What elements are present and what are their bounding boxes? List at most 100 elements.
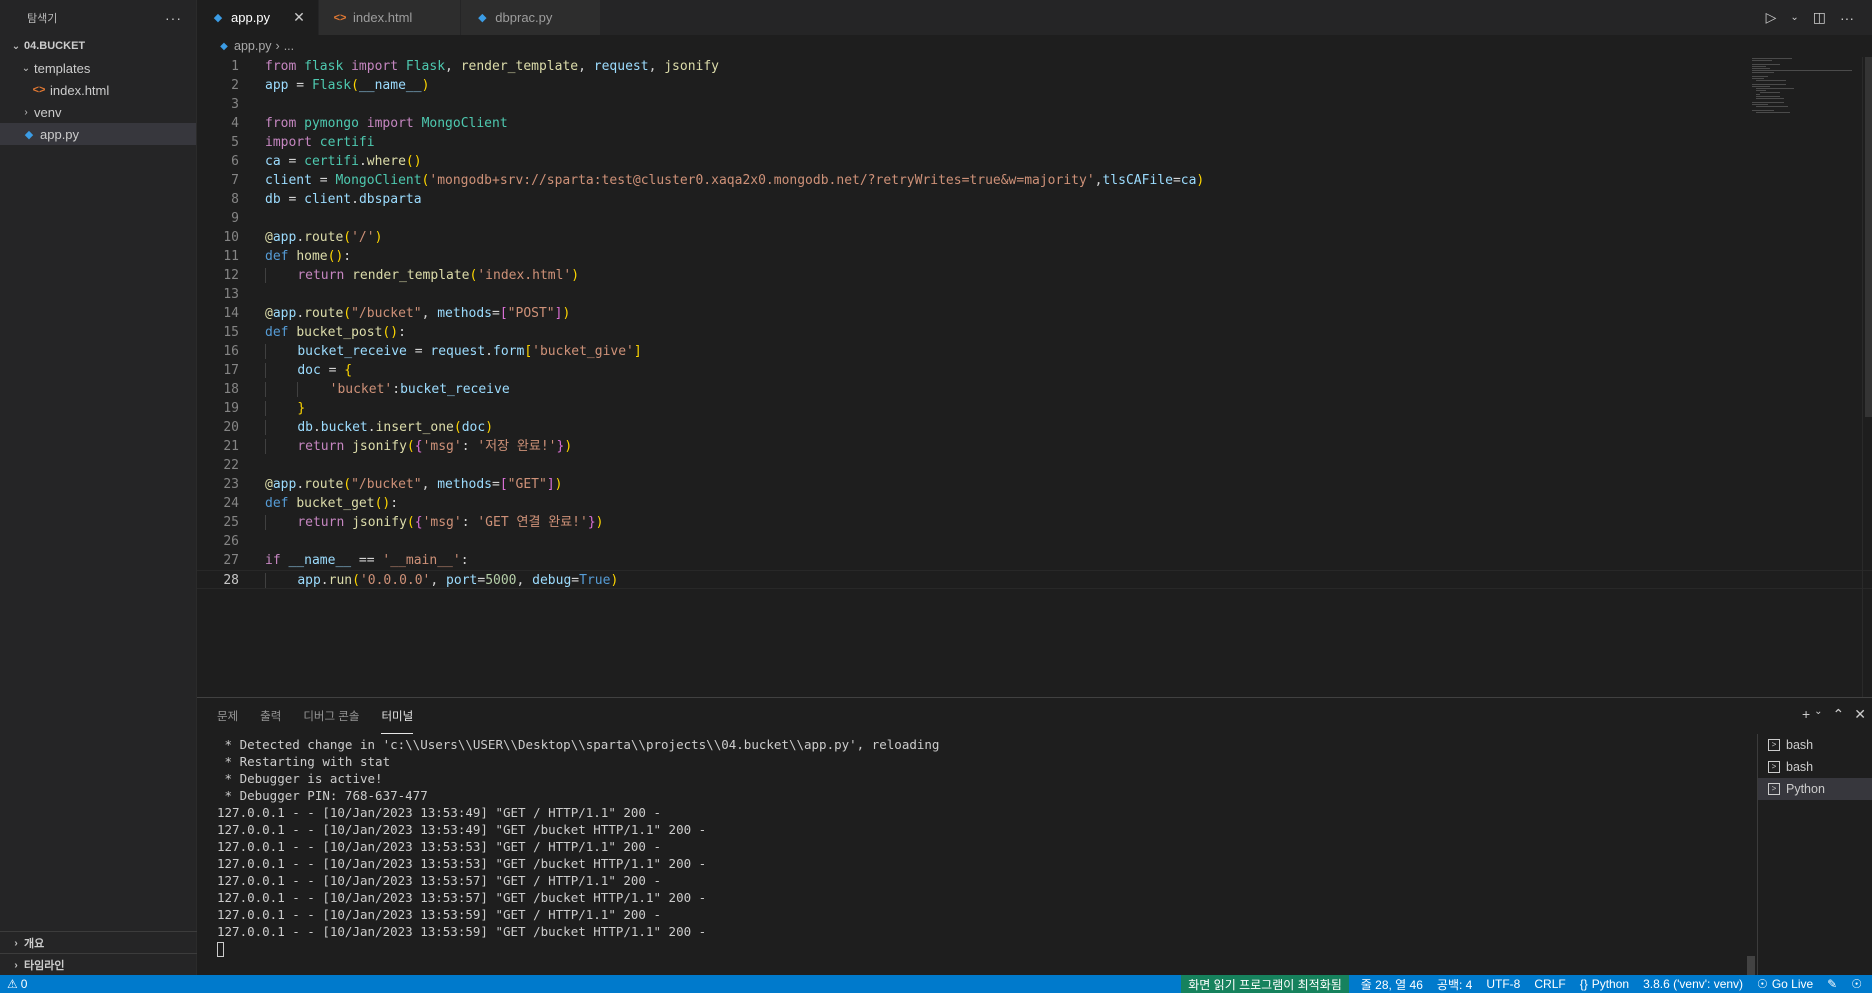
timeline-row: › 타임라인 <box>0 954 197 976</box>
code-text: import certifi <box>265 135 375 150</box>
close-panel-icon[interactable]: ✕ <box>1854 706 1866 723</box>
tab-output[interactable]: 출력 <box>260 698 281 734</box>
code-text: doc = { <box>239 361 352 380</box>
terminal-item-bash[interactable]: > bash <box>1758 756 1872 778</box>
tree-file-index-html[interactable]: <> index.html <box>0 79 196 101</box>
terminal-list: > bash > bash > Python <box>1757 734 1872 976</box>
code-text: def bucket_get(): <box>265 496 399 511</box>
terminal-item-label: Python <box>1786 782 1825 796</box>
language-label: Python <box>1591 977 1630 991</box>
line-number: 13 <box>223 287 239 302</box>
maximize-panel-icon[interactable]: ⌃ <box>1833 706 1845 723</box>
screen-reader-status[interactable]: 화면 읽기 프로그램이 최적화됨 <box>1181 975 1349 993</box>
explorer-header: 탐색기 ··· <box>0 0 196 35</box>
chevron-right-icon: › <box>14 937 18 949</box>
timeline-section[interactable]: › 타임라인 <box>0 953 197 976</box>
html-file-icon: <> <box>32 84 46 96</box>
tree-folder-templates[interactable]: ⌄ templates <box>0 57 196 79</box>
terminal-scrollbar[interactable] <box>1747 956 1755 976</box>
language-mode[interactable]: {} Python <box>1573 975 1636 993</box>
cursor-position[interactable]: 줄 28, 열 46 <box>1349 975 1430 993</box>
tab-app-py[interactable]: ◆ app.py ✕ <box>197 0 320 35</box>
terminal-line: 127.0.0.1 - - [10/Jan/2023 13:53:57] "GE… <box>217 890 707 905</box>
code-line: 27 if __name__ == '__main__': <box>197 551 1872 570</box>
editor-actions: ▷ ⌄ ◫ ··· <box>1766 0 1872 35</box>
line-number: 11 <box>223 249 239 264</box>
code-text: ca = certifi.where() <box>265 154 422 169</box>
line-number: 19 <box>223 401 239 416</box>
code-editor[interactable]: 1 from flask import Flask, render_templat… <box>197 57 1872 697</box>
terminal-item-bash[interactable]: > bash <box>1758 734 1872 756</box>
close-icon[interactable]: ✕ <box>292 9 306 26</box>
code-line: 1 from flask import Flask, render_templat… <box>197 57 1872 76</box>
line-number: 28 <box>223 573 239 588</box>
code-line: 9 <box>197 209 1872 228</box>
status-bar: ⚠ 0 화면 읽기 프로그램이 최적화됨 줄 28, 열 46 공백: 4 UT… <box>0 975 1872 993</box>
code-text: @app.route("/bucket", methods=["GET"]) <box>265 477 563 492</box>
broadcast-icon: ☉ <box>1757 977 1768 991</box>
encoding[interactable]: UTF-8 <box>1479 975 1527 993</box>
indentation[interactable]: 공백: 4 <box>1430 975 1479 993</box>
code-line: 14 @app.route("/bucket", methods=["POST"]… <box>197 304 1872 323</box>
problems-indicator[interactable]: ⚠ 0 <box>0 975 34 993</box>
notifications-icon[interactable]: ☉ <box>1844 975 1872 993</box>
tab-index-html[interactable]: <> index.html <box>319 0 462 35</box>
tree-file-app-py[interactable]: ◆ app.py <box>0 123 196 145</box>
line-number: 6 <box>231 154 239 169</box>
add-terminal-icon[interactable]: + <box>1802 706 1810 723</box>
line-number: 18 <box>223 382 239 397</box>
tab-debug-console[interactable]: 디버그 콘솔 <box>303 698 359 734</box>
terminal-output[interactable]: * Detected change in 'c:\\Users\\USER\\D… <box>217 736 1757 957</box>
terminal-line: 127.0.0.1 - - [10/Jan/2023 13:53:53] "GE… <box>217 839 662 854</box>
code-line: 2 app = Flask(__name__) <box>197 76 1872 95</box>
line-number: 24 <box>223 496 239 511</box>
terminal-icon: > <box>1768 761 1780 773</box>
feedback-icon[interactable]: ✎ <box>1820 975 1844 993</box>
tab-terminal[interactable]: 터미널 <box>381 698 414 734</box>
chevron-down-icon[interactable]: ⌄ <box>1814 706 1822 723</box>
go-live-button[interactable]: ☉ Go Live <box>1750 975 1820 993</box>
split-editor-icon[interactable]: ◫ <box>1813 9 1826 26</box>
terminal-line: 127.0.0.1 - - [10/Jan/2023 13:53:59] "GE… <box>217 924 707 939</box>
run-icon[interactable]: ▷ <box>1766 9 1777 26</box>
terminal-line: * Debugger is active! <box>217 771 383 786</box>
editor-scrollbar[interactable] <box>1865 57 1872 417</box>
code-text: def home(): <box>265 249 352 264</box>
tab-label: app.py <box>231 10 271 25</box>
workspace-section[interactable]: ⌄ 04.BUCKET <box>0 35 196 57</box>
breadcrumb: ◆ app.py › ... <box>197 35 1872 57</box>
breadcrumb-rest[interactable]: ... <box>284 39 294 53</box>
terminal-item-python[interactable]: > Python <box>1758 778 1872 800</box>
code-line: 25 return jsonify({'msg': 'GET 연결 완료!'}) <box>197 513 1872 532</box>
more-actions-icon[interactable]: ··· <box>165 10 182 26</box>
terminal-line: 127.0.0.1 - - [10/Jan/2023 13:53:49] "GE… <box>217 822 707 837</box>
more-actions-icon[interactable]: ··· <box>1840 10 1854 26</box>
line-ending[interactable]: CRLF <box>1527 975 1572 993</box>
code-text: client = MongoClient('mongodb+srv://spar… <box>265 173 1205 188</box>
tree-folder-venv[interactable]: › venv <box>0 101 196 123</box>
tab-problems[interactable]: 문제 <box>217 698 238 734</box>
chevron-down-icon: ⌄ <box>21 62 31 74</box>
line-number: 26 <box>223 534 239 549</box>
code-line: 18 'bucket':bucket_receive <box>197 380 1872 399</box>
breadcrumb-file[interactable]: app.py <box>234 39 272 53</box>
tab-dbprac-py[interactable]: ◆ dbprac.py <box>461 0 602 35</box>
minimap[interactable] <box>1752 57 1862 117</box>
chevron-down-icon[interactable]: ⌄ <box>1790 12 1798 23</box>
line-number: 7 <box>231 173 239 188</box>
terminal-prompt[interactable] <box>217 940 1757 957</box>
code-text: app.run('0.0.0.0', port=5000, debug=True… <box>239 571 618 588</box>
python-file-icon: ◆ <box>213 12 223 24</box>
code-text: 'bucket':bucket_receive <box>239 380 510 399</box>
code-line: 19 } <box>197 399 1872 418</box>
python-interpreter[interactable]: 3.8.6 ('venv': venv) <box>1636 975 1750 993</box>
code-line: 13 <box>197 285 1872 304</box>
file-label: app.py <box>40 126 80 142</box>
code-line: 24 def bucket_get(): <box>197 494 1872 513</box>
outline-section[interactable]: › 개요 <box>0 931 197 954</box>
braces-icon: {} <box>1579 977 1588 991</box>
